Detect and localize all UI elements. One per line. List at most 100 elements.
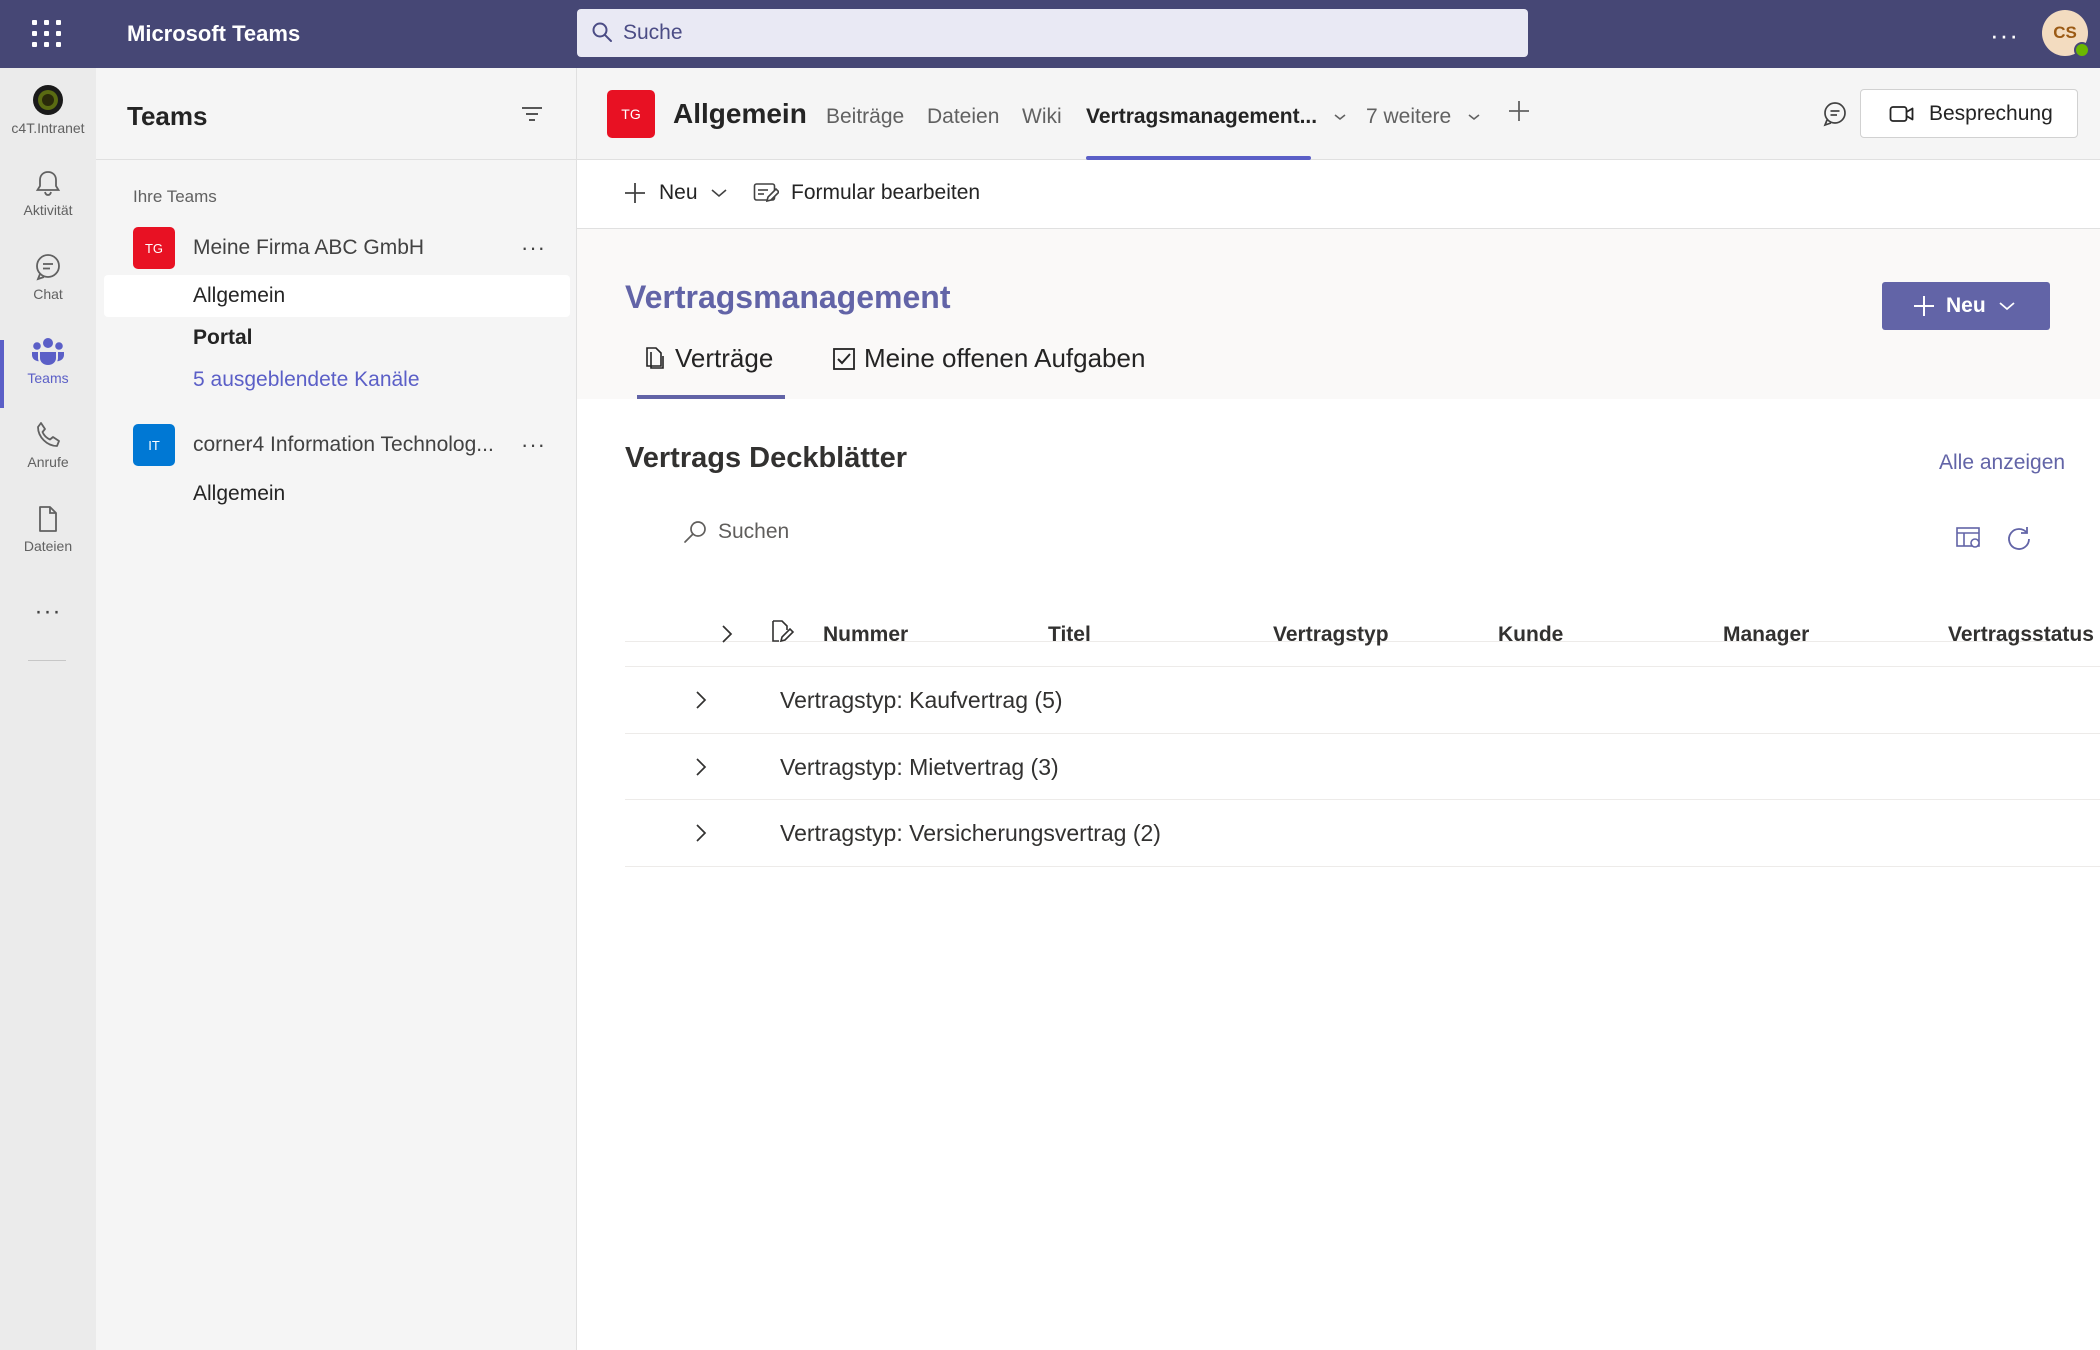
rail-label: Anrufe (27, 454, 69, 470)
teams-panel-header: Teams (96, 68, 577, 160)
list-search[interactable] (682, 519, 1018, 545)
rail-more-apps[interactable]: ··· (0, 598, 96, 638)
chevron-down-icon (1468, 114, 1480, 121)
divider (625, 866, 2100, 867)
rail-item-teams[interactable]: Teams (0, 336, 96, 416)
app-launcher-icon[interactable] (30, 16, 64, 50)
column-header-nummer[interactable]: Nummer (823, 623, 908, 647)
refresh-icon[interactable] (2005, 525, 2033, 553)
column-header-titel[interactable]: Titel (1048, 623, 1091, 647)
team-item-corner4[interactable]: IT corner4 Information Technolog... ··· (96, 422, 577, 468)
new-contract-button[interactable]: Neu (1882, 282, 2050, 330)
rail-item-activity[interactable]: Aktivität (0, 168, 96, 248)
column-header-kunde[interactable]: Kunde (1498, 623, 1563, 647)
teams-icon (32, 338, 64, 365)
search-icon (592, 22, 612, 42)
tab-vertragsmanagement[interactable]: Vertragsmanagement... (1086, 105, 1347, 129)
tab-dateien[interactable]: Dateien (927, 105, 999, 129)
phone-icon (37, 422, 60, 447)
section-label-your-teams: Ihre Teams (133, 187, 217, 206)
rail-item-chat[interactable]: Chat (0, 252, 96, 332)
hidden-channels-link[interactable]: 5 ausgeblendete Kanäle (104, 359, 570, 401)
rail-item-intranet[interactable]: c4T.Intranet (0, 84, 96, 164)
column-header-vertragstyp[interactable]: Vertragstyp (1273, 623, 1389, 647)
video-camera-icon (1889, 105, 1914, 122)
search-input[interactable] (623, 21, 1528, 45)
tab-beitraege[interactable]: Beiträge (826, 105, 904, 129)
checkbox-checked-icon (833, 347, 855, 370)
teams-panel-title: Teams (127, 101, 208, 131)
rail-item-files[interactable]: Dateien (0, 504, 96, 584)
rail-label: Dateien (23, 538, 73, 554)
pivot-meine-aufgaben[interactable]: Meine offenen Aufgaben (832, 343, 1145, 374)
rail-item-calls[interactable]: Anrufe (0, 420, 96, 500)
column-header-manager[interactable]: Manager (1723, 623, 1809, 647)
list-search-input[interactable] (718, 520, 1018, 544)
chevron-down-icon (1999, 302, 2015, 311)
rail-divider (28, 660, 66, 661)
pivot-label: Verträge (675, 343, 774, 373)
channel-header: TG Allgemein Beiträge Dateien Wiki Vertr… (577, 68, 2100, 160)
chevron-right-icon (696, 824, 707, 842)
team-name: corner4 Information Technolog... (193, 433, 494, 456)
filter-icon[interactable] (520, 102, 544, 126)
add-tab-icon[interactable] (1504, 96, 1534, 126)
vertragsmanagement-app: Vertragsmanagement Neu Verträge Meine of… (577, 229, 2100, 1350)
chevron-down-icon (711, 189, 727, 198)
more-apps-icon: ··· (34, 598, 62, 625)
list-title: Vertrags Deckblätter (625, 442, 908, 474)
group-row-versicherungsvertrag[interactable]: Vertragstyp: Versicherungsvertrag (2) (625, 800, 2100, 866)
tab-label: 7 weitere (1366, 105, 1452, 128)
channel-item-portal[interactable]: Portal (104, 317, 570, 359)
tab-label: Vertragsmanagement... (1086, 105, 1318, 128)
command-bar: Neu Formular bearbeiten (577, 161, 2100, 229)
active-tab-indicator (1086, 156, 1311, 160)
chat-icon (36, 254, 60, 281)
bell-icon (35, 171, 61, 196)
more-options-icon[interactable]: ··· (1990, 20, 2019, 51)
avatar[interactable]: CS (2042, 10, 2090, 58)
global-search[interactable] (577, 9, 1528, 57)
column-header-vertragsstatus[interactable]: Vertragsstatus (1948, 623, 2094, 647)
channel-team-avatar: TG (607, 90, 655, 138)
tab-wiki[interactable]: Wiki (1022, 105, 1062, 129)
chevron-right-icon (696, 758, 707, 776)
show-all-link[interactable]: Alle anzeigen (1939, 451, 2065, 475)
chevron-down-icon (1334, 114, 1346, 121)
app-title: Microsoft Teams (127, 21, 301, 46)
more-options-icon[interactable]: ··· (521, 432, 546, 458)
meeting-button[interactable]: Besprechung (1860, 89, 2078, 138)
file-icon (39, 506, 57, 532)
conversation-icon[interactable] (1821, 100, 1849, 128)
tab-more[interactable]: 7 weitere (1366, 105, 1481, 129)
pivot-vertraege[interactable]: Verträge (643, 343, 773, 374)
expand-all-chevron-icon[interactable] (717, 621, 737, 647)
intranet-logo-icon (33, 85, 63, 115)
group-row-kaufvertrag[interactable]: Vertragstyp: Kaufvertrag (5) (625, 667, 2100, 733)
top-bar: Microsoft Teams ··· CS (0, 0, 2100, 68)
channel-item-allgemein[interactable]: Allgemein (104, 275, 570, 317)
documents-icon (646, 346, 664, 369)
search-icon (684, 521, 706, 543)
edit-form-icon (753, 183, 779, 203)
main-content: TG Allgemein Beiträge Dateien Wiki Vertr… (577, 68, 2100, 1350)
group-row-mietvertrag[interactable]: Vertragstyp: Mietvertrag (3) (625, 734, 2100, 800)
new-button-label: Neu (1946, 294, 1986, 317)
rail-label: Aktivität (23, 202, 73, 218)
edit-form-label: Formular bearbeiten (791, 181, 981, 204)
team-item-meine-firma[interactable]: TG Meine Firma ABC GmbH ··· (96, 225, 577, 271)
channel-item-allgemein[interactable]: Allgemein (104, 473, 570, 515)
new-command[interactable]: Neu (623, 181, 740, 205)
presence-available-icon (2074, 42, 2090, 58)
app-heading: Vertragsmanagement (625, 279, 951, 315)
group-label: Vertragstyp: Kaufvertrag (5) (780, 686, 1063, 713)
view-settings-icon[interactable] (1955, 525, 1983, 551)
more-options-icon[interactable]: ··· (521, 235, 546, 261)
edit-form-command[interactable]: Formular bearbeiten (753, 181, 980, 205)
pivot-label: Meine offenen Aufgaben (864, 343, 1146, 373)
group-label: Vertragstyp: Mietvertrag (3) (780, 753, 1059, 780)
rail-label: Teams (27, 370, 69, 386)
team-avatar: IT (133, 424, 175, 466)
team-avatar: TG (133, 227, 175, 269)
new-command-label: Neu (659, 181, 698, 204)
